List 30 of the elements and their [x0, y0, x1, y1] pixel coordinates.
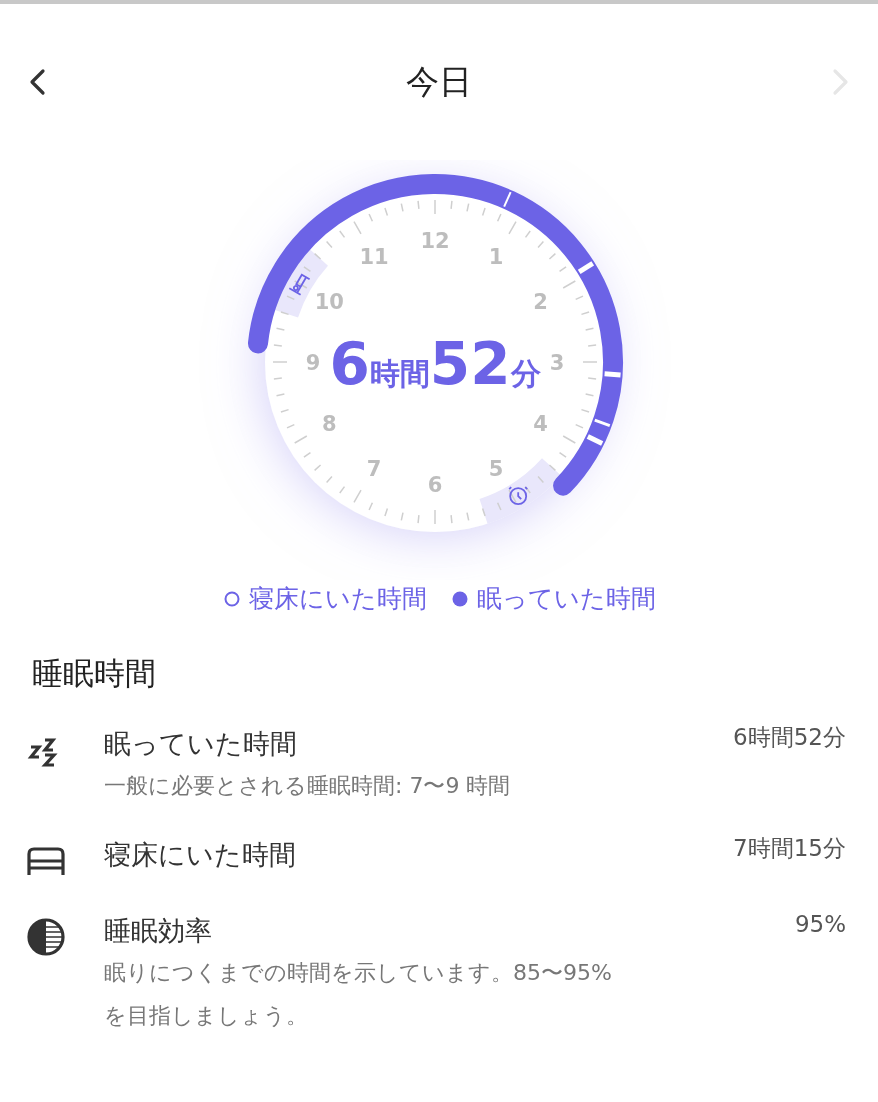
filled-dot-icon [450, 589, 469, 608]
sleep-duration: 6時間52分 [329, 330, 541, 398]
row-value: 6時間52分 [733, 723, 847, 752]
dial-number: 7 [366, 456, 382, 481]
ring-icon [222, 589, 241, 608]
dial-number: 5 [488, 456, 504, 481]
row-description: 一般に必要とされる睡眠時間: 7〜9 時間 [104, 771, 512, 800]
dial-number: 11 [359, 245, 389, 270]
row-description: を目指しましょう。 [104, 1001, 309, 1030]
section-title: 睡眠時間 [31, 653, 157, 693]
dial-number: 4 [533, 412, 548, 436]
row-title: 睡眠効率 [104, 914, 213, 949]
dial-number: 3 [549, 351, 565, 375]
dial-number: 12 [420, 229, 450, 253]
dial-number: 6 [427, 473, 443, 497]
row-title: 眠っていた時間 [104, 727, 298, 761]
dial-number: 2 [533, 290, 548, 314]
alarm-clock-icon [508, 486, 529, 506]
bed-icon [288, 273, 311, 296]
dial-number: 9 [305, 351, 321, 375]
row-description: 眠りにつくまでの時間を示しています。85〜95% [104, 958, 613, 987]
legend-label: 眠っていた時間 [476, 583, 656, 615]
dial-number: 10 [314, 290, 344, 314]
row-value: 95% [794, 910, 847, 940]
row-title: 寝床にいた時間 [104, 838, 297, 873]
dial-number: 1 [488, 245, 504, 270]
dial-number: 8 [322, 412, 337, 436]
legend-label: 寝床にいた時間 [248, 583, 427, 615]
row-value: 7時間15分 [733, 834, 847, 864]
page-title: 今日 [406, 61, 472, 104]
